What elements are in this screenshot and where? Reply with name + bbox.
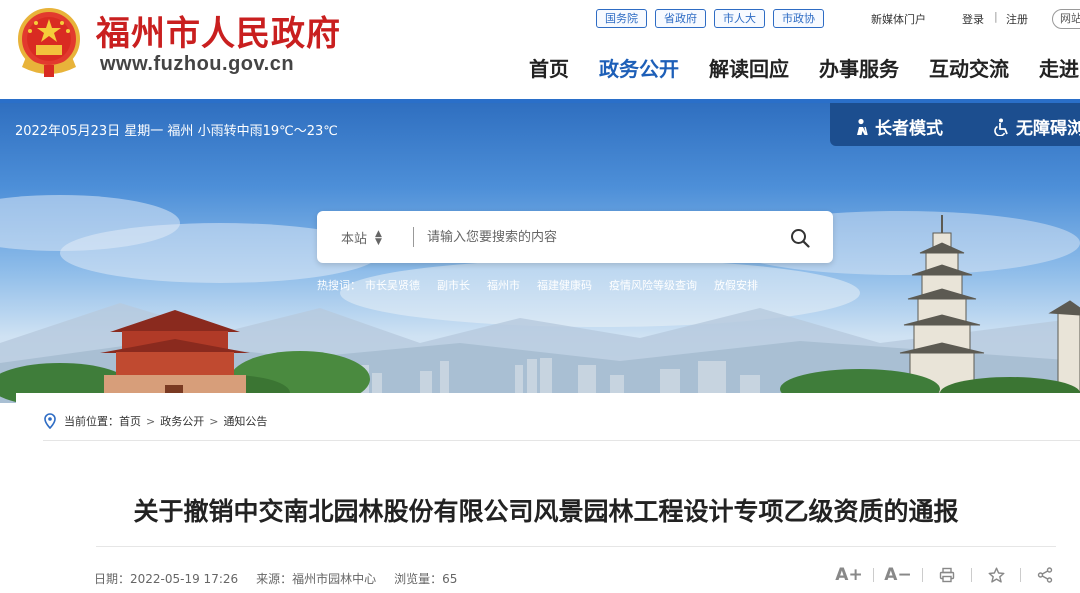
search-box: 本站 ▲ ▼ bbox=[317, 211, 833, 263]
site-nav-button[interactable]: 网站 bbox=[1052, 9, 1080, 29]
nav-gov-affairs[interactable]: 政务公开 bbox=[599, 53, 679, 82]
article-date: 日期：2022-05-19 17:26 bbox=[94, 572, 239, 586]
wheelchair-icon bbox=[994, 118, 1008, 136]
hot-word-fuzhou[interactable]: 福州市 bbox=[487, 277, 520, 293]
nav-explore[interactable]: 走进 bbox=[1039, 53, 1079, 82]
hot-word-health-code[interactable]: 福建健康码 bbox=[537, 277, 592, 293]
article-meta: 日期：2022-05-19 17:26 来源：福州市园林中心 浏览量：65 bbox=[94, 570, 475, 587]
tool-separator bbox=[1020, 568, 1021, 582]
star-icon bbox=[988, 567, 1005, 583]
search-divider bbox=[413, 227, 414, 247]
article-card: 当前位置： 首页 > 政务公开 > 通知公告 关于撤销中交南北园林股份有限公司风… bbox=[16, 393, 1080, 593]
national-emblem-icon[interactable] bbox=[16, 7, 82, 79]
link-npc[interactable]: 市人大 bbox=[714, 9, 765, 28]
breadcrumb-divider bbox=[43, 440, 1080, 441]
hot-search-label: 热搜词： bbox=[317, 279, 361, 292]
new-media-link[interactable]: 新媒体门户 bbox=[871, 11, 926, 27]
accessibility-bar: 长者模式 无障碍浏 bbox=[830, 103, 1080, 146]
print-icon bbox=[939, 567, 955, 583]
article-tools: A+ A− bbox=[832, 565, 1062, 585]
search-icon[interactable] bbox=[790, 228, 810, 248]
search-input[interactable] bbox=[427, 223, 767, 251]
tool-separator bbox=[922, 568, 923, 582]
breadcrumb: 当前位置： 首页 > 政务公开 > 通知公告 bbox=[43, 413, 267, 429]
elder-mode-button[interactable]: 长者模式 bbox=[852, 114, 943, 139]
breadcrumb-label: 当前位置： bbox=[64, 415, 119, 428]
top-links: 国务院 省政府 市人大 市政协 bbox=[596, 9, 824, 28]
date-weather: 2022年05月23日 星期一 福州 小雨转中雨19℃～23℃ bbox=[15, 124, 338, 139]
sort-arrows-icon: ▲ ▼ bbox=[375, 228, 382, 247]
search-scope-select[interactable]: 本站 ▲ ▼ bbox=[341, 228, 382, 247]
site-url: www.fuzhou.gov.cn bbox=[100, 53, 295, 75]
article-source: 来源：福州市园林中心 bbox=[256, 572, 377, 586]
elder-icon bbox=[857, 118, 868, 135]
nav-home[interactable]: 首页 bbox=[529, 53, 569, 82]
page: 福州市人民政府 www.fuzhou.gov.cn 国务院 省政府 市人大 市政… bbox=[0, 0, 1080, 593]
breadcrumb-gov-affairs[interactable]: 政务公开 bbox=[160, 413, 204, 429]
hot-word-risk-level[interactable]: 疫情风险等级查询 bbox=[609, 277, 697, 293]
nav-services[interactable]: 办事服务 bbox=[819, 53, 899, 82]
link-provincial-gov[interactable]: 省政府 bbox=[655, 9, 706, 28]
breadcrumb-separator: > bbox=[146, 414, 156, 428]
font-increase-button[interactable]: A+ bbox=[832, 565, 866, 585]
login-link[interactable]: 登录 bbox=[962, 11, 984, 27]
site-name: 福州市人民政府 bbox=[96, 14, 341, 54]
title-divider bbox=[96, 546, 1056, 547]
nav-interpretation[interactable]: 解读回应 bbox=[709, 53, 789, 82]
search-scope-label: 本站 bbox=[341, 232, 368, 247]
nav-interaction[interactable]: 互动交流 bbox=[929, 53, 1009, 82]
register-link[interactable]: 注册 bbox=[1006, 11, 1028, 27]
article-title: 关于撤销中交南北园林股份有限公司风景园林工程设计专项乙级资质的通报 bbox=[133, 497, 959, 526]
banner: 2022年05月23日 星期一 福州 小雨转中雨19℃～23℃ 长者模式 无障碍… bbox=[0, 103, 1080, 403]
share-button[interactable] bbox=[1028, 567, 1062, 583]
favorite-button[interactable] bbox=[979, 567, 1013, 584]
article-views: 浏览量：65 bbox=[394, 572, 458, 586]
breadcrumb-separator: > bbox=[209, 414, 219, 428]
tool-separator bbox=[971, 568, 972, 582]
accessible-mode-button[interactable]: 无障碍浏 bbox=[993, 114, 1080, 139]
link-cppcc[interactable]: 市政协 bbox=[773, 9, 824, 28]
login-separator: | bbox=[994, 10, 998, 23]
print-button[interactable] bbox=[930, 567, 964, 583]
breadcrumb-notices[interactable]: 通知公告 bbox=[223, 413, 267, 429]
font-decrease-button[interactable]: A− bbox=[881, 565, 915, 585]
share-icon bbox=[1037, 567, 1053, 583]
hot-word-holiday[interactable]: 放假安排 bbox=[714, 277, 758, 293]
accessible-mode-label: 无障碍浏 bbox=[1016, 119, 1080, 139]
site-header: 福州市人民政府 www.fuzhou.gov.cn 国务院 省政府 市人大 市政… bbox=[0, 0, 1080, 101]
hot-search-words: 热搜词： 市长吴贤德 副市长 福州市 福建健康码 疫情风险等级查询 放假安排 bbox=[317, 277, 775, 293]
hot-word-vice-mayor[interactable]: 副市长 bbox=[437, 277, 470, 293]
elder-mode-label: 长者模式 bbox=[875, 119, 943, 139]
location-pin-icon bbox=[44, 413, 56, 429]
hot-word-mayor[interactable]: 市长吴贤德 bbox=[365, 277, 420, 293]
main-nav: 首页 政务公开 解读回应 办事服务 互动交流 走进 bbox=[529, 53, 1080, 82]
link-state-council[interactable]: 国务院 bbox=[596, 9, 647, 28]
tool-separator bbox=[873, 568, 874, 582]
breadcrumb-home[interactable]: 首页 bbox=[119, 413, 141, 429]
